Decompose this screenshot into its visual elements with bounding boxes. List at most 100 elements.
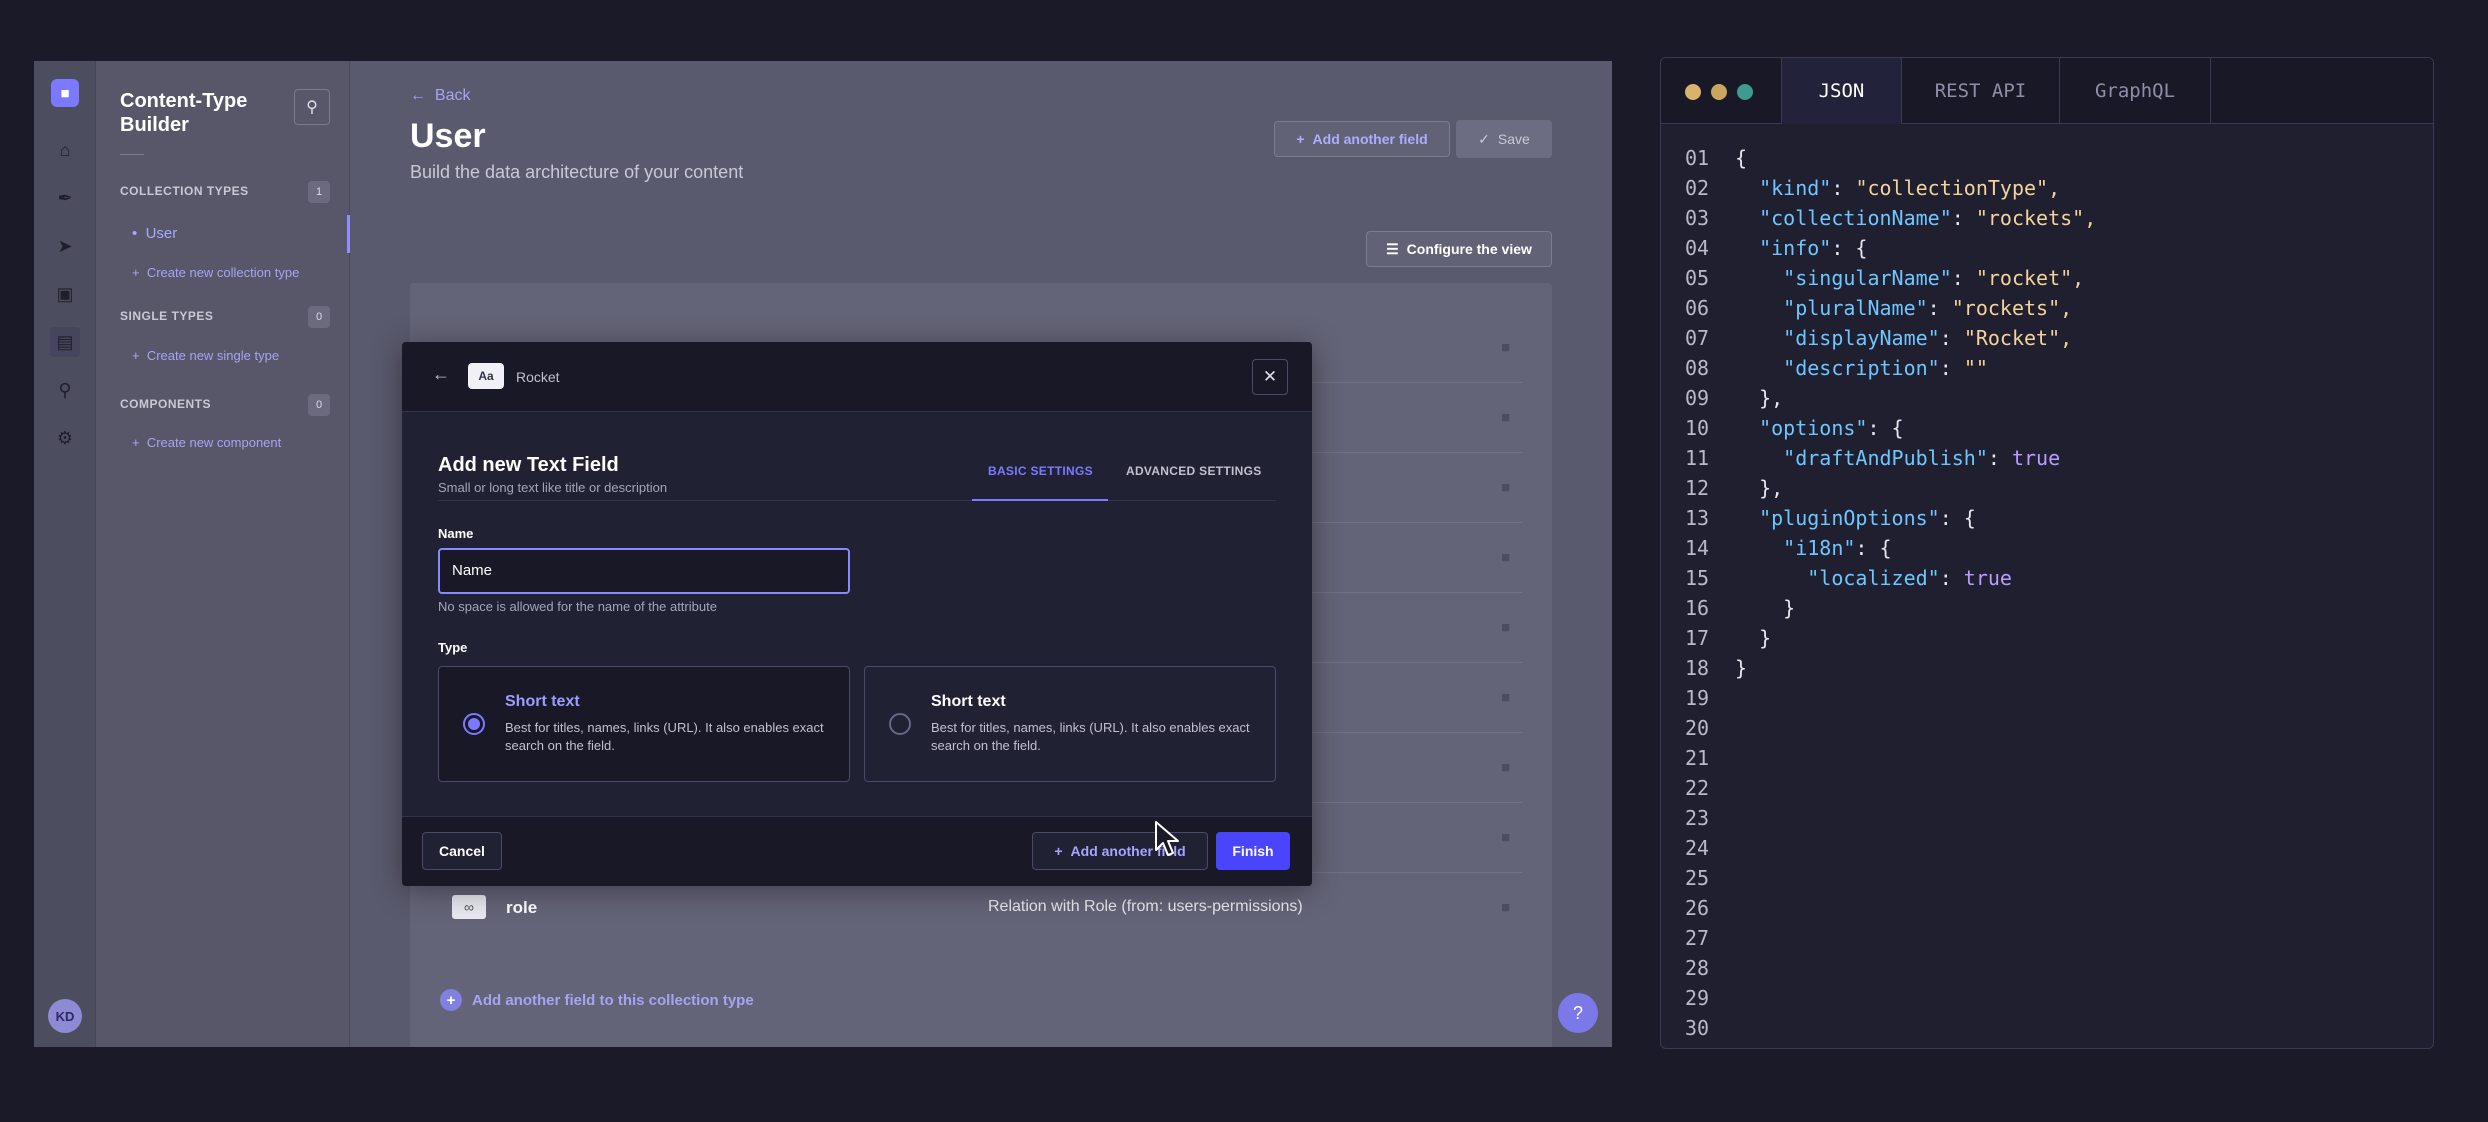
media-library-icon[interactable]: ▣ xyxy=(50,279,80,309)
user-avatar[interactable]: KD xyxy=(48,999,82,1033)
line-number: 17 xyxy=(1685,626,1710,650)
collection-types-header[interactable]: COLLECTION TYPES 1 xyxy=(120,181,330,203)
page-subtitle: Build the data architecture of your cont… xyxy=(410,162,744,182)
json-punct: : { xyxy=(1939,506,1976,530)
line-number: 12 xyxy=(1685,476,1710,500)
count-badge: 1 xyxy=(308,181,330,203)
line-number: 28 xyxy=(1685,956,1710,980)
name-label: Name xyxy=(438,526,474,541)
back-link[interactable]: ← Back xyxy=(410,87,470,105)
radio-selected[interactable] xyxy=(463,713,485,735)
json-key: "i18n" xyxy=(1783,536,1856,560)
json-punct: : xyxy=(1987,446,2012,470)
list-icon: ☰ xyxy=(1386,240,1399,257)
line-number: 08 xyxy=(1685,356,1710,380)
code-line: "localized": true xyxy=(1735,563,2096,593)
line-number: 13 xyxy=(1685,506,1710,530)
link-icon: ∞ xyxy=(452,895,486,919)
lock-icon: ■ xyxy=(1500,339,1510,356)
code-line: "singularName": "rocket", xyxy=(1735,263,2096,293)
count-badge: 0 xyxy=(308,306,330,328)
name-input[interactable]: Name xyxy=(438,548,850,594)
json-key: "description" xyxy=(1783,356,1940,380)
json-punct: }, xyxy=(1759,386,1784,410)
code-line: "description": "" xyxy=(1735,353,2096,383)
strapi-logo[interactable]: ■ xyxy=(51,79,79,107)
finish-button[interactable]: Finish xyxy=(1216,832,1290,870)
home-icon[interactable]: ⌂ xyxy=(50,135,80,165)
create-single-type-link[interactable]: + Create new single type xyxy=(132,348,279,363)
button-label: Save xyxy=(1497,131,1530,147)
json-punct: : xyxy=(1939,566,1964,590)
modal-header: ← Aa Rocket ✕ xyxy=(402,342,1312,412)
json-punct: : { xyxy=(1855,536,1892,560)
code-line: }, xyxy=(1735,473,2096,503)
json-punct: : xyxy=(1939,356,1964,380)
paper-plane-icon[interactable]: ➤ xyxy=(50,231,80,261)
json-boolean: true xyxy=(1963,566,2012,590)
lock-icon: ■ xyxy=(1500,479,1510,496)
json-punct: } xyxy=(1759,626,1772,650)
feather-icon[interactable]: ✒ xyxy=(50,183,80,213)
help-icon[interactable]: ? xyxy=(1558,993,1598,1033)
radio-unselected[interactable] xyxy=(889,713,911,735)
tab-json[interactable]: JSON xyxy=(1781,58,1901,124)
active-tab-indicator xyxy=(972,499,1108,501)
line-number: 20 xyxy=(1685,716,1710,740)
json-value: "" xyxy=(1963,356,1988,380)
active-item-indicator xyxy=(347,215,350,253)
back-arrow-icon[interactable]: ← xyxy=(432,364,450,385)
lock-icon: ■ xyxy=(1500,689,1510,706)
content-type-builder-icon[interactable]: ▤ xyxy=(50,327,80,357)
json-punct: : { xyxy=(1831,236,1868,260)
line-number: 15 xyxy=(1685,566,1710,590)
line-number: 06 xyxy=(1685,296,1710,320)
modal-title: Add new Text Field xyxy=(438,454,619,476)
json-key: "pluginOptions" xyxy=(1759,506,1940,530)
line-number: 11 xyxy=(1685,446,1710,470)
code-line: "displayName": "Rocket", xyxy=(1735,323,2096,353)
sidebar-item-user[interactable]: • User xyxy=(132,225,177,242)
add-another-field-button[interactable]: + Add another field xyxy=(1274,121,1450,157)
section-label: COLLECTION TYPES xyxy=(120,184,249,198)
line-number: 18 xyxy=(1685,656,1710,680)
window-dot xyxy=(1711,84,1727,100)
json-punct: : xyxy=(1951,206,1976,230)
configure-view-button[interactable]: ☰ Configure the view xyxy=(1366,231,1552,267)
create-collection-type-link[interactable]: + Create new collection type xyxy=(132,265,299,280)
code-line: } xyxy=(1735,593,2096,623)
cart-icon[interactable]: ⚲ xyxy=(50,375,80,405)
save-button[interactable]: ✓ Save xyxy=(1456,120,1552,158)
search-icon[interactable]: ⚲ xyxy=(294,89,330,125)
create-component-link[interactable]: + Create new component xyxy=(132,435,281,450)
option-title: Short text xyxy=(931,693,1006,710)
line-number: 25 xyxy=(1685,866,1710,890)
add-text-field-modal: ← Aa Rocket ✕ Add new Text Field Small o… xyxy=(402,342,1312,886)
divider xyxy=(120,154,144,155)
code-line: "pluginOptions": { xyxy=(1735,503,2096,533)
cancel-button[interactable]: Cancel xyxy=(422,832,502,870)
tab-rest-api[interactable]: REST API xyxy=(1901,58,2059,124)
json-code: { "kind": "collectionType", "collectionN… xyxy=(1735,143,2096,683)
lock-icon: ■ xyxy=(1500,619,1510,636)
single-types-header[interactable]: SINGLE TYPES 0 xyxy=(120,306,330,328)
field-type: Relation with Role (from: users-permissi… xyxy=(988,898,1303,915)
add-field-to-collection-link[interactable]: + Add another field to this collection ty… xyxy=(440,989,754,1011)
short-text-option-card[interactable]: Short text Best for titles, names, links… xyxy=(438,666,850,782)
tab-advanced-settings[interactable]: ADVANCED SETTINGS xyxy=(1126,464,1262,478)
tab-graphql[interactable]: GraphQL xyxy=(2059,58,2211,124)
json-value: "rockets", xyxy=(1951,296,2073,320)
code-line: "pluralName": "rockets", xyxy=(1735,293,2096,323)
type-label: Type xyxy=(438,640,468,655)
json-punct: : xyxy=(1927,296,1952,320)
tab-basic-settings[interactable]: BASIC SETTINGS xyxy=(988,464,1093,478)
code-line: "options": { xyxy=(1735,413,2096,443)
close-icon[interactable]: ✕ xyxy=(1252,359,1288,395)
settings-gear-icon[interactable]: ⚙ xyxy=(50,423,80,453)
json-punct: : { xyxy=(1867,416,1904,440)
modal-subtitle: Small or long text like title or descrip… xyxy=(438,480,668,495)
line-numbers: 01 02 03 04 05 06 07 08 09 10 11 12 13 14 15 16 17 18 19 20… xyxy=(1685,143,1709,1043)
short-text-option-card[interactable]: Short text Best for titles, names, links… xyxy=(864,666,1276,782)
line-number: 07 xyxy=(1685,326,1710,350)
components-header[interactable]: COMPONENTS 0 xyxy=(120,394,330,416)
